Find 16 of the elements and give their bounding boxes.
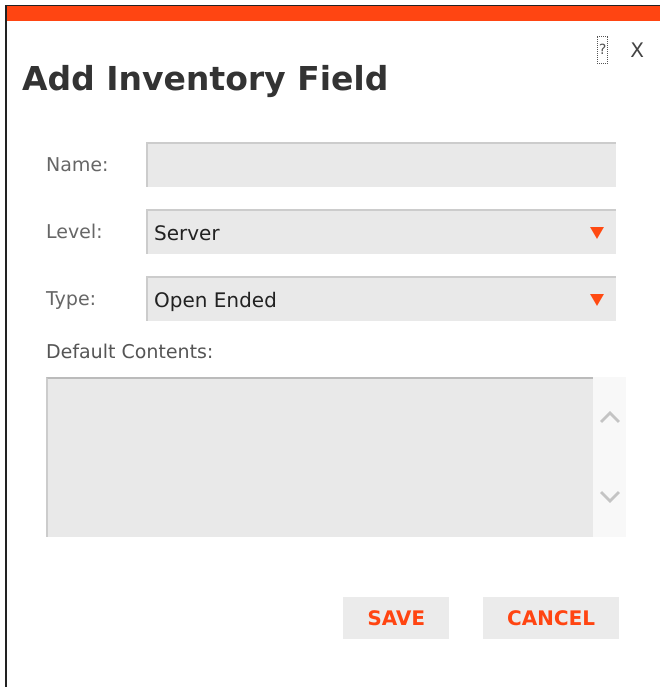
chevron-down-icon[interactable] [598, 490, 620, 504]
field-label: Level: [46, 220, 104, 242]
text-area[interactable] [46, 377, 593, 537]
chevron-up-icon[interactable] [598, 410, 620, 424]
field-label: Name: [46, 154, 110, 176]
field-label: Type: [46, 288, 98, 310]
field-label: Default Contents: [46, 341, 214, 363]
caret-icon [590, 226, 604, 238]
dropdown[interactable]: Server [146, 209, 616, 254]
caret-icon [590, 294, 604, 306]
help-icon[interactable]: ? [596, 36, 608, 64]
scrollbar[interactable] [593, 377, 626, 537]
input-field[interactable] [146, 142, 616, 187]
dropdown[interactable]: Open Ended [146, 276, 616, 321]
dialog-title: Add Inventory Field [22, 59, 390, 98]
close-button[interactable]: X [630, 38, 644, 62]
